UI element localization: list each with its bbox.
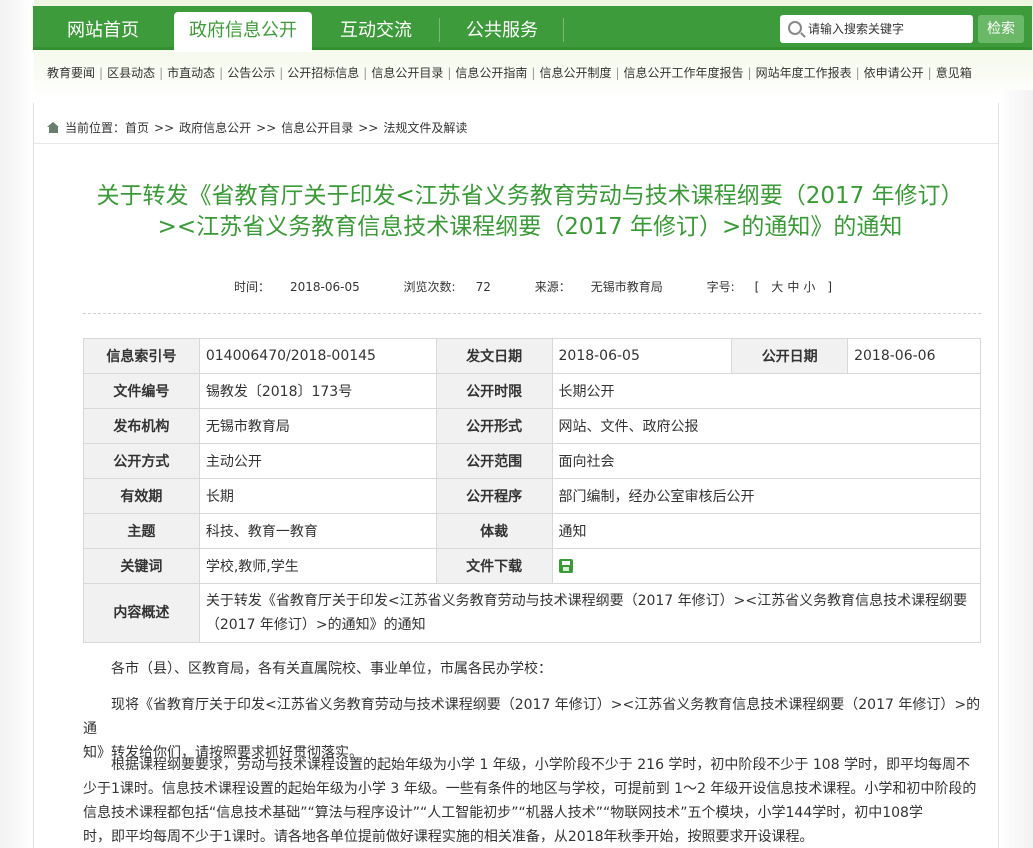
cell-label: 有效期 [83,478,200,514]
title-line-2: ><江苏省义务教育信息技术课程纲要（2017 年修订）>的通知》的通知 [157,214,903,240]
paragraph-line: 时，即平均每周不少于1课时。请各地各单位提前做好课程实施的相关准备，从2018年… [83,829,814,845]
breadcrumb-prefix: 当前位置： [65,121,126,135]
table-row: 内容概述 关于转发《省教育厅关于印发<江苏省义务教育劳动与技术课程纲要（2017… [83,583,982,643]
font-size-medium[interactable]: 中 [787,280,799,294]
subnav-item-city-news[interactable]: 市直动态 [167,66,215,80]
subnav-item-announcements[interactable]: 公告公示 [227,66,275,80]
breadcrumb-regulations[interactable]: 法规文件及解读 [383,121,467,135]
meta-source: 来源： 无锡市教育局 [534,280,663,294]
body-paragraph: 根据课程纲要要求，劳动与技术课程设置的起始年级为小学 1 年级，小学阶段不少于 … [83,753,983,848]
nav-tab-home[interactable]: 网站首页 [33,12,173,50]
breadcrumb-home[interactable]: 首页 [125,121,149,135]
paragraph-line: 现将《省教育厅关于印发<江苏省义务教育劳动与技术课程纲要（2017 年修订）><… [83,697,981,737]
font-size-small[interactable]: 小 [803,280,815,294]
cell-value: 2018-06-06 [847,338,981,374]
info-table: 信息索引号 014006470/2018-00145 发文日期 2018-06-… [83,338,982,643]
body-paragraph: 各市（县）、区教育局，各有关直属院校、事业单位，市属各民办学校： [111,661,552,677]
font-size-control: 字号:[大中小] [706,280,833,294]
cell-label: 公开日期 [731,338,849,374]
paragraph-line: 信息技术课程都包括“信息技术基础”“算法与程序设计”“人工智能初步”“机器人技术… [83,805,923,821]
search-input[interactable] [808,19,968,39]
meta-divider [83,313,981,314]
paragraph-line: 少于1课时。信息技术课程设置的起始年级为小学 3 年级。一些有条件的地区与学校，… [83,781,977,797]
cell-value: 学校,教师,学生 [198,548,437,584]
subnav-item-info-system[interactable]: 信息公开制度 [539,66,611,80]
summary-line: （2017 年修订）>的通知》的通知 [205,617,426,633]
cell-label: 文件下载 [435,548,553,584]
cell-label: 公开范围 [435,443,553,479]
summary-line: 关于转发《省教育厅关于印发<江苏省义务教育劳动与技术课程纲要（2017 年修订）… [205,593,968,609]
save-icon[interactable] [558,559,573,573]
cell-value: 部门编制，经办公室审核后公开 [551,478,981,514]
subnav-item-tenders[interactable]: 公开招标信息 [287,66,359,80]
breadcrumb: 当前位置：首页 >> 政府信息公开 >> 信息公开目录 >> 法规文件及解读 [47,119,467,136]
cell-label: 公开形式 [435,408,553,444]
cell-label: 公开方式 [83,443,200,479]
cell-value: 2018-06-05 [551,338,733,374]
cell-value: 面向社会 [551,443,981,479]
cell-value: 科技、教育一教育 [198,513,437,549]
page-title: 关于转发《省教育厅关于印发<江苏省义务教育劳动与技术课程纲要（2017 年修订）… [60,181,1000,243]
cell-label: 发布机构 [83,408,200,444]
cell-label: 发文日期 [435,338,553,374]
table-row: 主题 科技、教育一教育 体裁 通知 [83,513,981,549]
cell-value: 主动公开 [198,443,437,479]
left-shadow [0,0,34,848]
breadcrumb-info-catalog[interactable]: 信息公开目录 [281,121,353,135]
subnav-item-site-report[interactable]: 网站年度工作报表 [756,66,852,80]
cell-label: 公开时限 [435,373,553,409]
nav-tab-public-service[interactable]: 公共服务 [440,12,564,50]
home-icon [47,122,60,133]
download-cell [551,548,981,584]
subnav-item-info-catalog[interactable]: 信息公开目录 [371,66,443,80]
nav-tab-interaction[interactable]: 互动交流 [313,12,439,50]
table-row: 发布机构 无锡市教育局 公开形式 网站、文件、政府公报 [83,408,981,444]
subnav-item-apply[interactable]: 依申请公开 [864,66,924,80]
sub-nav: 教育要闻 | 区县动态 | 市直动态 | 公告公示 | 公开招标信息 | 信息公开目录 | 信息公开指南… [47,66,972,80]
meta-views: 浏览次数: 72 [403,280,491,294]
subnav-item-annual-report[interactable]: 信息公开工作年度报告 [624,66,744,80]
nav-tab-gov-info[interactable]: 政府信息公开 [174,12,312,52]
subnav-item-district-news[interactable]: 区县动态 [107,66,155,80]
search-icon [788,21,802,35]
table-row: 信息索引号 014006470/2018-00145 发文日期 2018-06-… [83,338,981,374]
right-shadow [999,90,1033,848]
table-row: 文件编号 锡教发〔2018〕173号 公开时限 长期公开 [83,373,981,409]
paragraph-line: 根据课程纲要要求，劳动与技术课程设置的起始年级为小学 1 年级，小学阶段不少于 … [111,757,971,773]
cell-label: 体裁 [435,513,553,549]
font-size-large[interactable]: 大 [771,280,783,294]
subnav-item-edu-news[interactable]: 教育要闻 [47,66,95,80]
breadcrumb-divider [34,143,998,144]
main-nav: 网站首页 政府信息公开 互动交流 公共服务 检索 [33,6,1032,52]
cell-value: 长期公开 [551,373,981,409]
cell-value: 网站、文件、政府公报 [551,408,981,444]
table-row: 关键词 学校,教师,学生 文件下载 [83,548,981,584]
cell-value: 无锡市教育局 [198,408,437,444]
cell-value: 通知 [551,513,981,549]
subnav-item-feedback[interactable]: 意见箱 [936,66,972,80]
cell-label: 信息索引号 [83,338,200,374]
cell-label: 主题 [83,513,200,549]
table-row: 公开方式 主动公开 公开范围 面向社会 [83,443,981,479]
subnav-item-info-guide[interactable]: 信息公开指南 [455,66,527,80]
cell-label: 内容概述 [83,583,200,643]
cell-label: 文件编号 [83,373,200,409]
breadcrumb-gov-info[interactable]: 政府信息公开 [179,121,251,135]
cell-label: 公开程序 [435,478,553,514]
table-row: 有效期 长期 公开程序 部门编制，经办公室审核后公开 [83,478,981,514]
cell-value: 014006470/2018-00145 [198,338,437,374]
cell-value: 长期 [198,478,437,514]
summary-cell: 关于转发《省教育厅关于印发<江苏省义务教育劳动与技术课程纲要（2017 年修订）… [198,583,982,643]
title-line-1: 关于转发《省教育厅关于印发<江苏省义务教育劳动与技术课程纲要（2017 年修订） [96,183,964,209]
article-meta: 时间： 2018-06-05 浏览次数: 72 来源： 无锡市教育局 字号:[大中小] [83,278,983,295]
search-button[interactable]: 检索 [978,15,1024,43]
cell-label: 关键词 [83,548,200,584]
search-box [780,15,973,43]
meta-time: 时间： 2018-06-05 [233,280,360,294]
cell-value: 锡教发〔2018〕173号 [198,373,437,409]
